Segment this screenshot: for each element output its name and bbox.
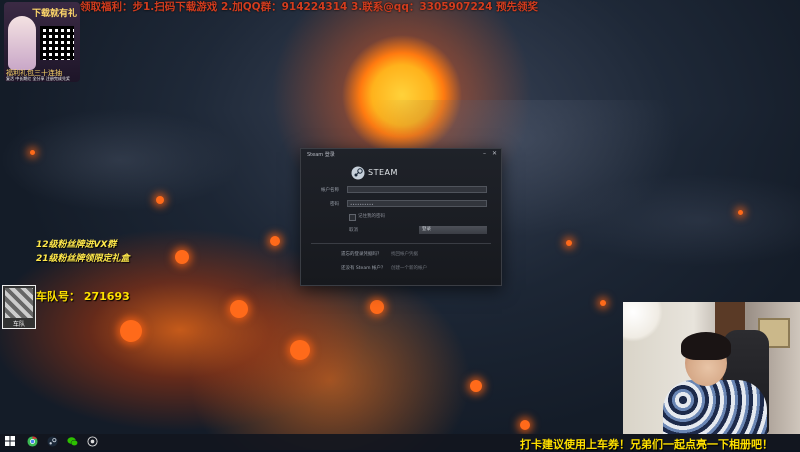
- lava-ember: [470, 380, 482, 392]
- lava-ember: [520, 420, 530, 430]
- lava-ember: [370, 300, 384, 314]
- no-account-question: 还没有 Steam 帐户？: [341, 266, 386, 271]
- wechat-icon[interactable]: [66, 436, 78, 448]
- cancel-button[interactable]: 取消: [349, 227, 358, 233]
- lava-ember: [230, 300, 248, 318]
- steam-login-dialog: Steam 登录 – ✕ STEAM 帐户名称 密码 •••••••••• 记住…: [300, 148, 502, 286]
- fan-perk-line: 12级粉丝牌进VX群: [36, 240, 117, 250]
- fleet-label: 车队号：: [36, 290, 80, 303]
- lava-ember: [600, 300, 606, 306]
- create-account-link[interactable]: 创建一个新的帐户: [391, 265, 427, 271]
- streamer-body: [663, 380, 767, 434]
- lava-ember: [156, 196, 164, 204]
- dialog-divider: [311, 243, 491, 244]
- steam-logo-icon: [351, 166, 365, 180]
- lava-ember: [566, 240, 572, 246]
- chrome-icon[interactable]: [26, 436, 38, 448]
- mascot-figure: [8, 16, 36, 70]
- lava-ember: [270, 236, 280, 246]
- steam-icon[interactable]: [46, 436, 58, 448]
- fan-perks: 12级粉丝牌进VX群 21级粉丝牌领限定礼盒: [36, 238, 130, 266]
- forgot-link[interactable]: 找回帐户凭据: [391, 251, 418, 257]
- fleet-avatar: 车队: [2, 285, 36, 329]
- logo-title: 下载就有礼: [32, 9, 78, 19]
- stream-logo: 下载就有礼 福利礼包三十连抽 复活 中长期红 全分享 注册完成兑奖: [4, 2, 80, 82]
- close-icon[interactable]: ✕: [491, 150, 498, 157]
- account-input[interactable]: [347, 186, 487, 193]
- lava-ember: [175, 250, 189, 264]
- minimize-icon[interactable]: –: [481, 150, 488, 157]
- qr-code: [40, 26, 74, 60]
- password-label: 密码: [330, 202, 339, 207]
- fleet-value: 271693: [83, 290, 130, 303]
- lava-ember: [738, 210, 743, 215]
- streamer-hair: [681, 332, 731, 360]
- steam-brand: STEAM: [368, 168, 398, 177]
- account-label: 帐户名称: [321, 188, 339, 193]
- dialog-title: Steam 登录: [307, 152, 335, 158]
- streamer-webcam: [623, 302, 800, 434]
- promo-banner: 领取福利：步1.扫码下载游戏 2.加QQ群：914224314 3.联系@qq：…: [80, 1, 539, 13]
- password-input[interactable]: ••••••••••: [347, 200, 487, 207]
- login-button[interactable]: 登录: [419, 226, 487, 234]
- forgot-question: 遗忘的登录凭据吗？: [341, 252, 382, 257]
- stream-app-icon[interactable]: [86, 436, 98, 448]
- remember-label: 记住我的密码: [358, 214, 385, 219]
- lava-ember: [30, 150, 35, 155]
- windows-start-icon[interactable]: [4, 436, 16, 448]
- fleet-avatar-caption: 车队: [12, 321, 25, 328]
- logo-caption: 复活 中长期红 全分享 注册完成兑奖: [6, 76, 70, 81]
- fan-perk-line: 21级粉丝牌领限定礼盒: [36, 254, 130, 264]
- fleet-number: 车队号： 271693: [36, 288, 130, 304]
- remember-checkbox[interactable]: [349, 214, 356, 221]
- lava-ember: [120, 320, 142, 342]
- lava-ember: [290, 340, 310, 360]
- fleet-avatar-image: [5, 288, 33, 318]
- webcam-lamp: [623, 302, 663, 342]
